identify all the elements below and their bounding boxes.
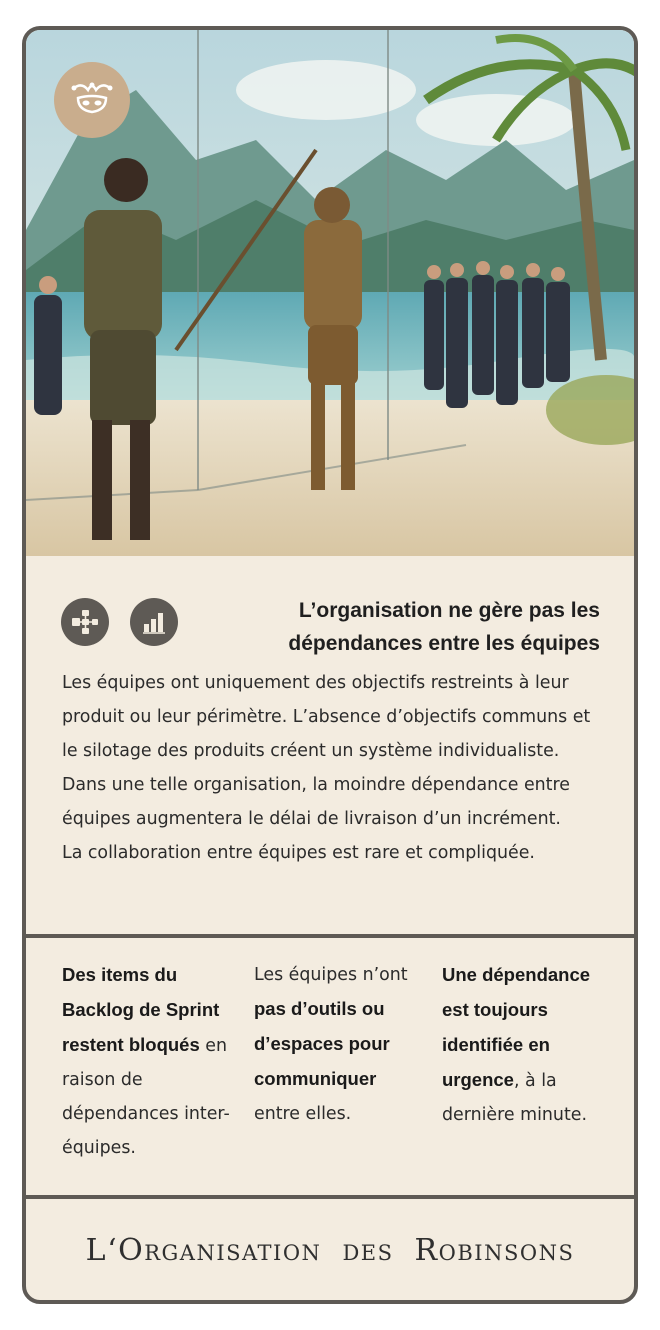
card-description: Les équipes ont uniquement des objectifs… [62,666,607,870]
symptom-bold: pas d’outils ou d’espaces pour communiqu… [254,998,390,1089]
beach-illustration [26,30,634,556]
description-paragraph: Les équipes ont uniquement des objectifs… [62,673,591,829]
jester-mask-icon [54,62,130,138]
description-paragraph: La collaboration entre équipes est rare … [62,843,535,863]
symptom-bold: Des items du Backlog de Sprint restent b… [62,964,220,1055]
hierarchy-network-icon [61,598,109,646]
divider [26,1195,634,1199]
symptom-text: entre elles. [254,1104,352,1124]
symptoms-section: Des items du Backlog de Sprint restent b… [26,940,634,1196]
divider [26,934,634,938]
symptom-text: Les équipes n’ont [254,965,408,985]
symptom-column: Des items du Backlog de Sprint restent b… [62,958,232,1165]
bar-chart-icon [130,598,178,646]
card: L’organisation ne gère pas les dépendanc… [22,26,638,1304]
symptom-column: Les équipes n’ont pas d’outils ou d’espa… [254,958,424,1131]
card-title: L’organisation ne gère pas les dépendanc… [288,599,600,655]
symptom-column: Une dépendance est toujours identifiée e… [442,958,602,1132]
footer-title: L‘Organisation des Robinsons [85,1232,575,1268]
intro-section: L’organisation ne gère pas les dépendanc… [26,556,634,936]
